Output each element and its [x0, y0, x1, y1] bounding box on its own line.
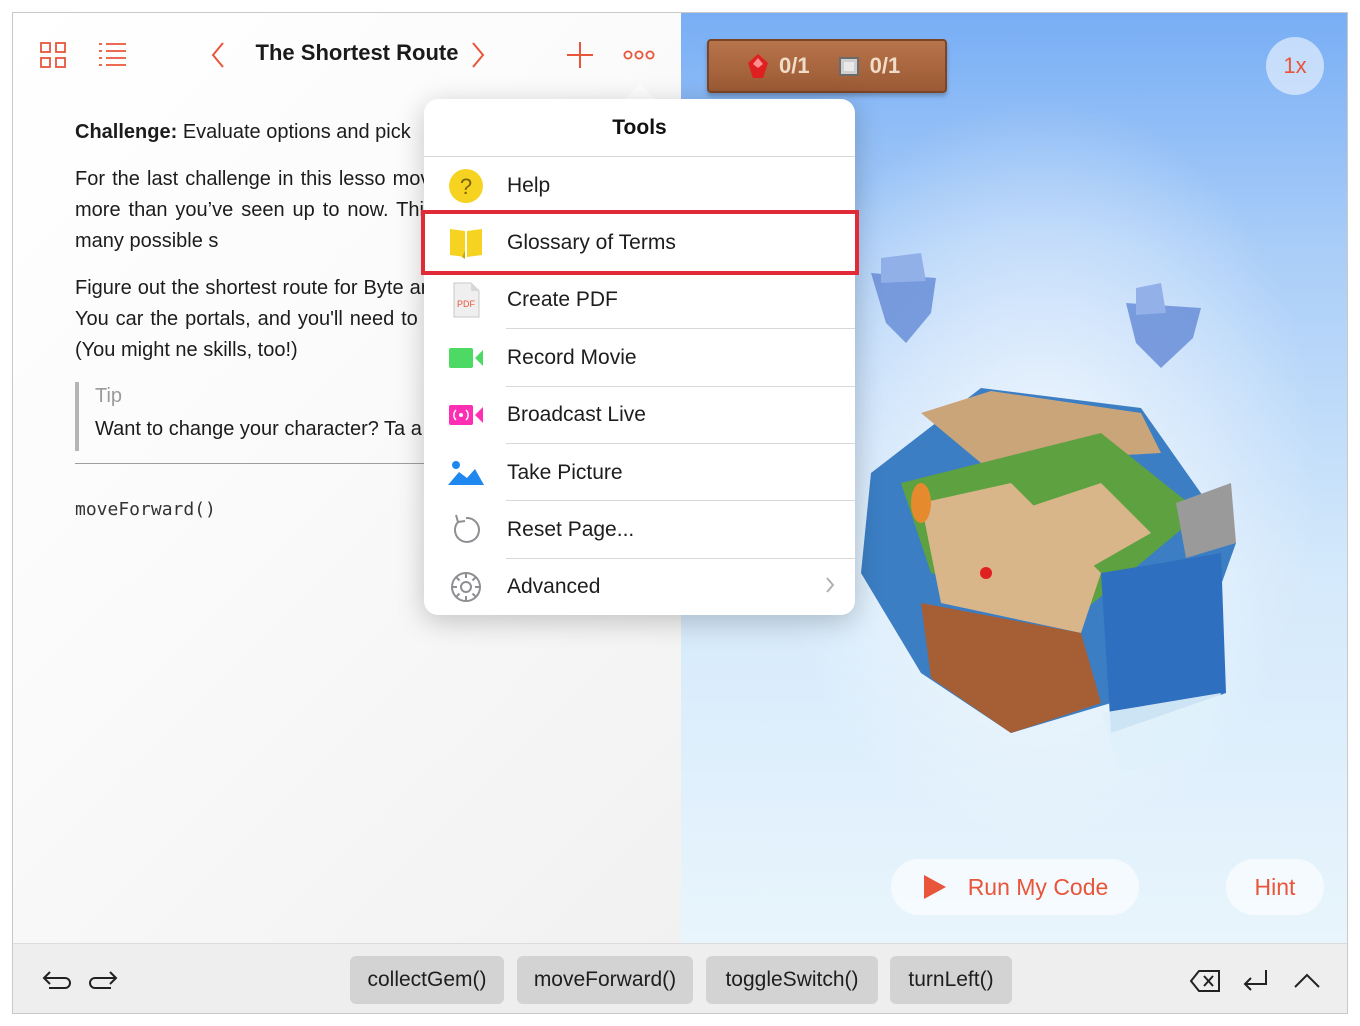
- tool-label: Broadcast Live: [507, 403, 646, 427]
- tool-label: Help: [507, 173, 551, 197]
- grid-icon[interactable]: [37, 39, 69, 71]
- tools-popover: Tools ? Help Glossary of Terms PDF Creat…: [424, 99, 855, 615]
- play-icon: [923, 875, 946, 899]
- tool-item-record-movie[interactable]: Record Movie: [424, 329, 855, 387]
- plus-icon[interactable]: [563, 37, 597, 73]
- gem-count: 0/1: [779, 53, 810, 78]
- snippet-collect-gem[interactable]: collectGem(): [350, 956, 504, 1004]
- video-camera-icon: [446, 338, 486, 378]
- svg-text:PDF: PDF: [457, 299, 476, 309]
- score-board: 0/1 0/1: [707, 39, 947, 93]
- pdf-icon: PDF: [446, 280, 486, 320]
- gem-icon: [748, 54, 768, 78]
- snippet-turn-left[interactable]: turnLeft(): [890, 956, 1012, 1004]
- tool-label: Take Picture: [507, 460, 623, 484]
- popover-arrow: [624, 84, 656, 100]
- tool-label: Glossary of Terms: [507, 231, 676, 255]
- list-icon[interactable]: [97, 39, 129, 71]
- return-icon[interactable]: [1237, 964, 1273, 998]
- redo-icon[interactable]: [87, 964, 123, 998]
- gear-icon: [446, 567, 486, 607]
- delete-icon[interactable]: [1187, 964, 1223, 998]
- book-icon: [446, 223, 486, 263]
- tool-item-advanced[interactable]: Advanced: [424, 559, 855, 616]
- undo-icon[interactable]: [37, 964, 73, 998]
- chevron-right-icon: [825, 576, 835, 599]
- chevron-left-icon[interactable]: [203, 37, 233, 73]
- tool-label: Reset Page...: [507, 518, 635, 542]
- run-label: Run My Code: [967, 873, 1109, 900]
- more-icon[interactable]: [619, 37, 659, 73]
- challenge-text: Evaluate options and pick: [182, 121, 411, 143]
- tool-item-help[interactable]: ? Help: [424, 157, 855, 215]
- tool-label: Advanced: [507, 575, 601, 599]
- help-icon: ?: [446, 166, 486, 206]
- switch-icon: [838, 57, 859, 76]
- tool-item-broadcast-live[interactable]: Broadcast Live: [424, 387, 855, 444]
- tool-item-glossary[interactable]: Glossary of Terms: [424, 214, 855, 272]
- challenge-label: Challenge:: [75, 121, 178, 143]
- divider: [75, 463, 435, 464]
- snippet-move-forward[interactable]: moveForward(): [517, 956, 693, 1004]
- snippet-toggle-switch[interactable]: toggleSwitch(): [706, 956, 878, 1004]
- tool-label: Record Movie: [507, 345, 637, 369]
- tools-title: Tools: [424, 99, 855, 157]
- tool-label: Create PDF: [507, 288, 618, 312]
- chevron-right-icon[interactable]: [463, 37, 493, 73]
- shortcut-bar: collectGem() moveForward() toggleSwitch(…: [13, 943, 1347, 1013]
- reset-icon: [446, 510, 486, 550]
- hint-button[interactable]: Hint: [1226, 859, 1324, 915]
- speed-button[interactable]: 1x: [1266, 37, 1324, 95]
- chevron-up-icon[interactable]: [1289, 964, 1325, 998]
- switch-count: 0/1: [869, 53, 901, 78]
- run-my-code-button[interactable]: Run My Code: [891, 859, 1139, 915]
- page-title: The Shortest Route: [255, 40, 459, 65]
- tool-item-create-pdf[interactable]: PDF Create PDF: [424, 272, 855, 330]
- svg-text:?: ?: [460, 174, 472, 199]
- broadcast-icon: [446, 395, 486, 435]
- tool-item-reset-page[interactable]: Reset Page...: [424, 501, 855, 559]
- tool-item-take-picture[interactable]: Take Picture: [424, 444, 855, 502]
- picture-icon: [446, 453, 486, 493]
